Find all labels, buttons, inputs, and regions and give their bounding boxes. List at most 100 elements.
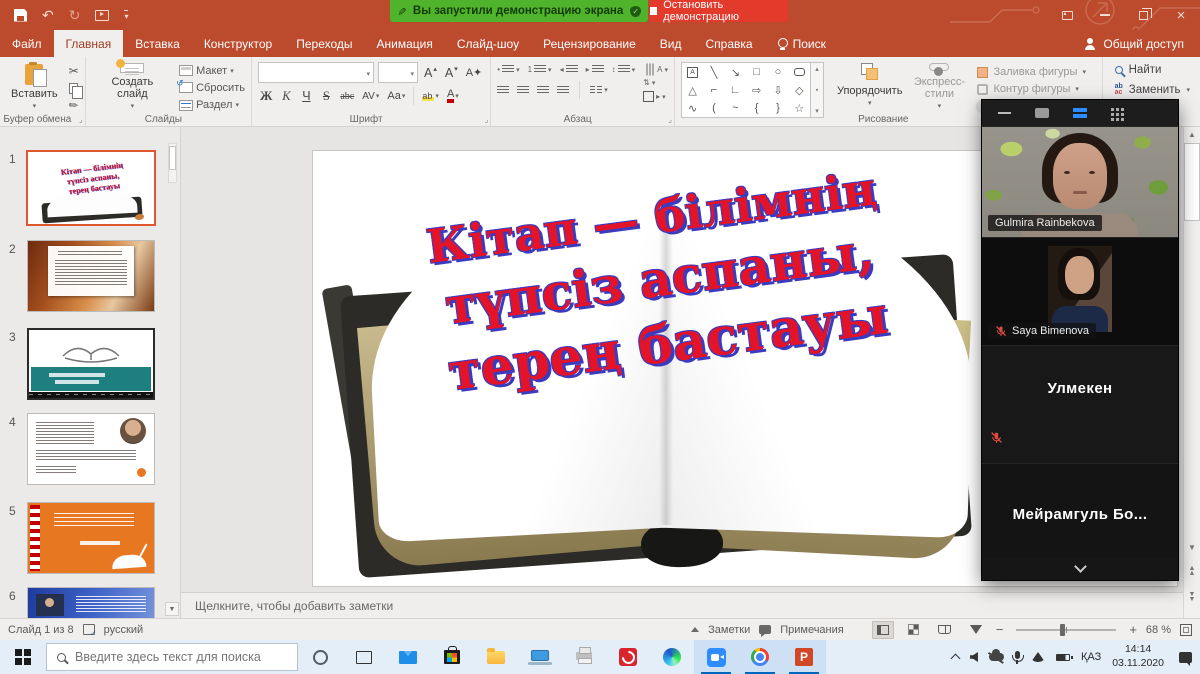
tab-search[interactable]: Поиск — [765, 30, 838, 57]
scrollbar-thumb[interactable] — [1184, 143, 1200, 221]
shape-outline-button[interactable]: Контур фигуры▾ — [977, 83, 1093, 95]
tab-insert[interactable]: Вставка — [123, 30, 192, 57]
font-name-select[interactable]: ▾ — [258, 62, 374, 83]
rounded-rect-shape-icon[interactable] — [794, 68, 805, 76]
bold-button[interactable]: Ж — [258, 87, 274, 105]
video-tile-1[interactable]: Gulmira Rainbekova — [982, 126, 1178, 237]
numbering-button[interactable]: 1▾ — [528, 65, 552, 74]
zoom-speaker-view-icon[interactable] — [1035, 108, 1049, 118]
align-left-button[interactable] — [497, 86, 509, 95]
slide-scrollbar[interactable]: ▲ ▼ ▲▲ ▼▼ — [1183, 127, 1200, 618]
tab-help[interactable]: Справка — [693, 30, 764, 57]
tab-design[interactable]: Конструктор — [192, 30, 284, 57]
thumbnail-slide-1[interactable]: Кітап — білімнің түпсіз аспаны, терең ба… — [26, 150, 156, 226]
redo-icon[interactable]: ↻ — [69, 8, 81, 22]
acrobat-button[interactable] — [606, 640, 650, 674]
spellcheck-icon[interactable] — [83, 624, 95, 635]
tab-animations[interactable]: Анимация — [365, 30, 445, 57]
onedrive-icon[interactable] — [989, 653, 1004, 661]
close-button[interactable]: × — [1162, 0, 1200, 30]
thumbnail-slide-4[interactable] — [27, 413, 155, 485]
microphone-icon[interactable] — [1015, 651, 1020, 659]
line-spacing-button[interactable]: ↕▾ — [612, 65, 636, 74]
change-case-button[interactable]: Aa▾ — [385, 87, 407, 105]
zoom-video-panel[interactable]: Gulmira Rainbekova Saya Bimenova Улмекен… — [982, 100, 1178, 580]
replace-button[interactable]: abacЗаменить▾ — [1115, 84, 1190, 96]
task-view-button[interactable] — [342, 640, 386, 674]
highlight-color-button[interactable]: ab▾ — [420, 87, 441, 105]
scroll-up-icon[interactable]: ▲ — [1184, 130, 1200, 139]
cortana-button[interactable] — [298, 640, 342, 674]
minimize-button[interactable] — [1086, 0, 1124, 30]
text-box-shape-icon[interactable]: A — [687, 67, 698, 78]
clock[interactable]: 14:14 03.11.2020 — [1112, 643, 1164, 670]
arrange-button[interactable]: Упорядочить▾ — [832, 62, 907, 112]
tab-home[interactable]: Главная — [54, 30, 124, 57]
zoom-slider[interactable] — [1016, 629, 1116, 631]
align-text-button[interactable]: ⇅▾ — [643, 78, 668, 87]
video-tile-2[interactable]: Saya Bimenova — [982, 237, 1178, 345]
star-shape-icon[interactable]: ☆ — [794, 102, 804, 115]
columns-button[interactable]: ▾ — [590, 86, 608, 95]
arc-shape-icon[interactable]: ( — [712, 102, 716, 114]
thumbnail-slide-6[interactable] — [27, 587, 155, 618]
decrease-indent-button[interactable]: ◂ — [560, 65, 578, 74]
battery-icon[interactable] — [1056, 654, 1070, 661]
bullets-button[interactable]: •▾ — [497, 65, 519, 74]
scribble-shape-icon[interactable]: ∿ — [688, 102, 697, 115]
paragraph-dialog-launcher[interactable]: ⌟ — [668, 115, 672, 124]
notes-pane[interactable]: Щелкните, чтобы добавить заметки — [181, 592, 1183, 618]
strikethrough-button[interactable]: S — [318, 87, 334, 105]
find-button[interactable]: Найти — [1115, 64, 1190, 76]
elbow-shape-icon[interactable]: ⌐ — [711, 84, 717, 96]
tray-expand-icon[interactable] — [951, 654, 961, 664]
slideshow-view-button[interactable] — [965, 621, 987, 639]
underline-button[interactable]: Ч — [298, 87, 314, 105]
stop-share-button[interactable]: Остановить демонстрацию — [650, 0, 788, 22]
rectangle-shape-icon[interactable]: □ — [753, 66, 760, 78]
oval-shape-icon[interactable]: ○ — [775, 66, 782, 78]
arrow-shape-icon[interactable]: ↘ — [731, 66, 740, 79]
layout-button[interactable]: Макет▾ — [179, 64, 234, 77]
start-slideshow-icon[interactable] — [95, 10, 109, 21]
paste-button[interactable]: Вставить▾ — [6, 62, 63, 112]
keyboard-language[interactable]: ҚАЗ — [1081, 651, 1101, 663]
reading-view-button[interactable] — [934, 621, 956, 639]
tab-slideshow[interactable]: Слайд-шоу — [445, 30, 531, 57]
font-size-select[interactable]: ▾ — [378, 62, 418, 83]
video-tile-4[interactable]: Мейрамгуль Бо... — [982, 463, 1178, 558]
format-painter-button[interactable]: ✎ — [66, 98, 81, 114]
zoom-panel-footer[interactable] — [982, 558, 1178, 580]
zoom-gallery-view-icon[interactable] — [1073, 108, 1087, 118]
thumbnail-slide-2[interactable] — [27, 240, 155, 312]
shapes-gallery[interactable]: A ╲ ↘ □ ○ △ ⌐ ∟ ⇨ ⇩ ◇ ∿ ( ~ { } ☆ — [681, 62, 811, 118]
reset-button[interactable]: Сбросить — [179, 81, 245, 94]
font-color-button[interactable]: А▾ — [445, 87, 461, 105]
right-brace-shape-icon[interactable]: } — [776, 102, 780, 114]
zoom-panel-header[interactable] — [982, 100, 1178, 126]
mail-button[interactable] — [386, 640, 430, 674]
printer-button[interactable] — [562, 640, 606, 674]
triangle-shape-icon[interactable]: △ — [688, 84, 696, 97]
chevron-down-icon[interactable] — [1074, 560, 1087, 573]
curve-shape-icon[interactable]: ~ — [732, 102, 738, 114]
video-tile-3[interactable]: Улмекен — [982, 345, 1178, 463]
text-direction-button[interactable]: A▾ — [643, 65, 668, 74]
tab-file[interactable]: Файл — [0, 30, 54, 57]
tab-review[interactable]: Рецензирование — [531, 30, 648, 57]
zoom-app-button[interactable] — [694, 640, 738, 674]
taskbar-search[interactable] — [46, 643, 298, 671]
thumbnail-scroll-down[interactable]: ▼ — [165, 602, 179, 616]
wifi-icon[interactable] — [1031, 652, 1045, 662]
italic-button[interactable]: К — [278, 87, 294, 105]
left-brace-shape-icon[interactable]: { — [755, 102, 759, 114]
undo-icon[interactable]: ↶ — [42, 8, 54, 22]
ribbon-display-options-button[interactable] — [1048, 0, 1086, 30]
zoom-level[interactable]: 68 % — [1146, 624, 1171, 636]
right-arrow-shape-icon[interactable]: ⇨ — [752, 84, 761, 97]
share-button[interactable]: Общий доступ — [1068, 30, 1200, 57]
cut-button[interactable]: ✂ — [69, 64, 79, 78]
zoom-grid-view-icon[interactable] — [1111, 108, 1114, 111]
tab-view[interactable]: Вид — [648, 30, 694, 57]
clear-format-button[interactable]: A✦ — [464, 64, 485, 82]
